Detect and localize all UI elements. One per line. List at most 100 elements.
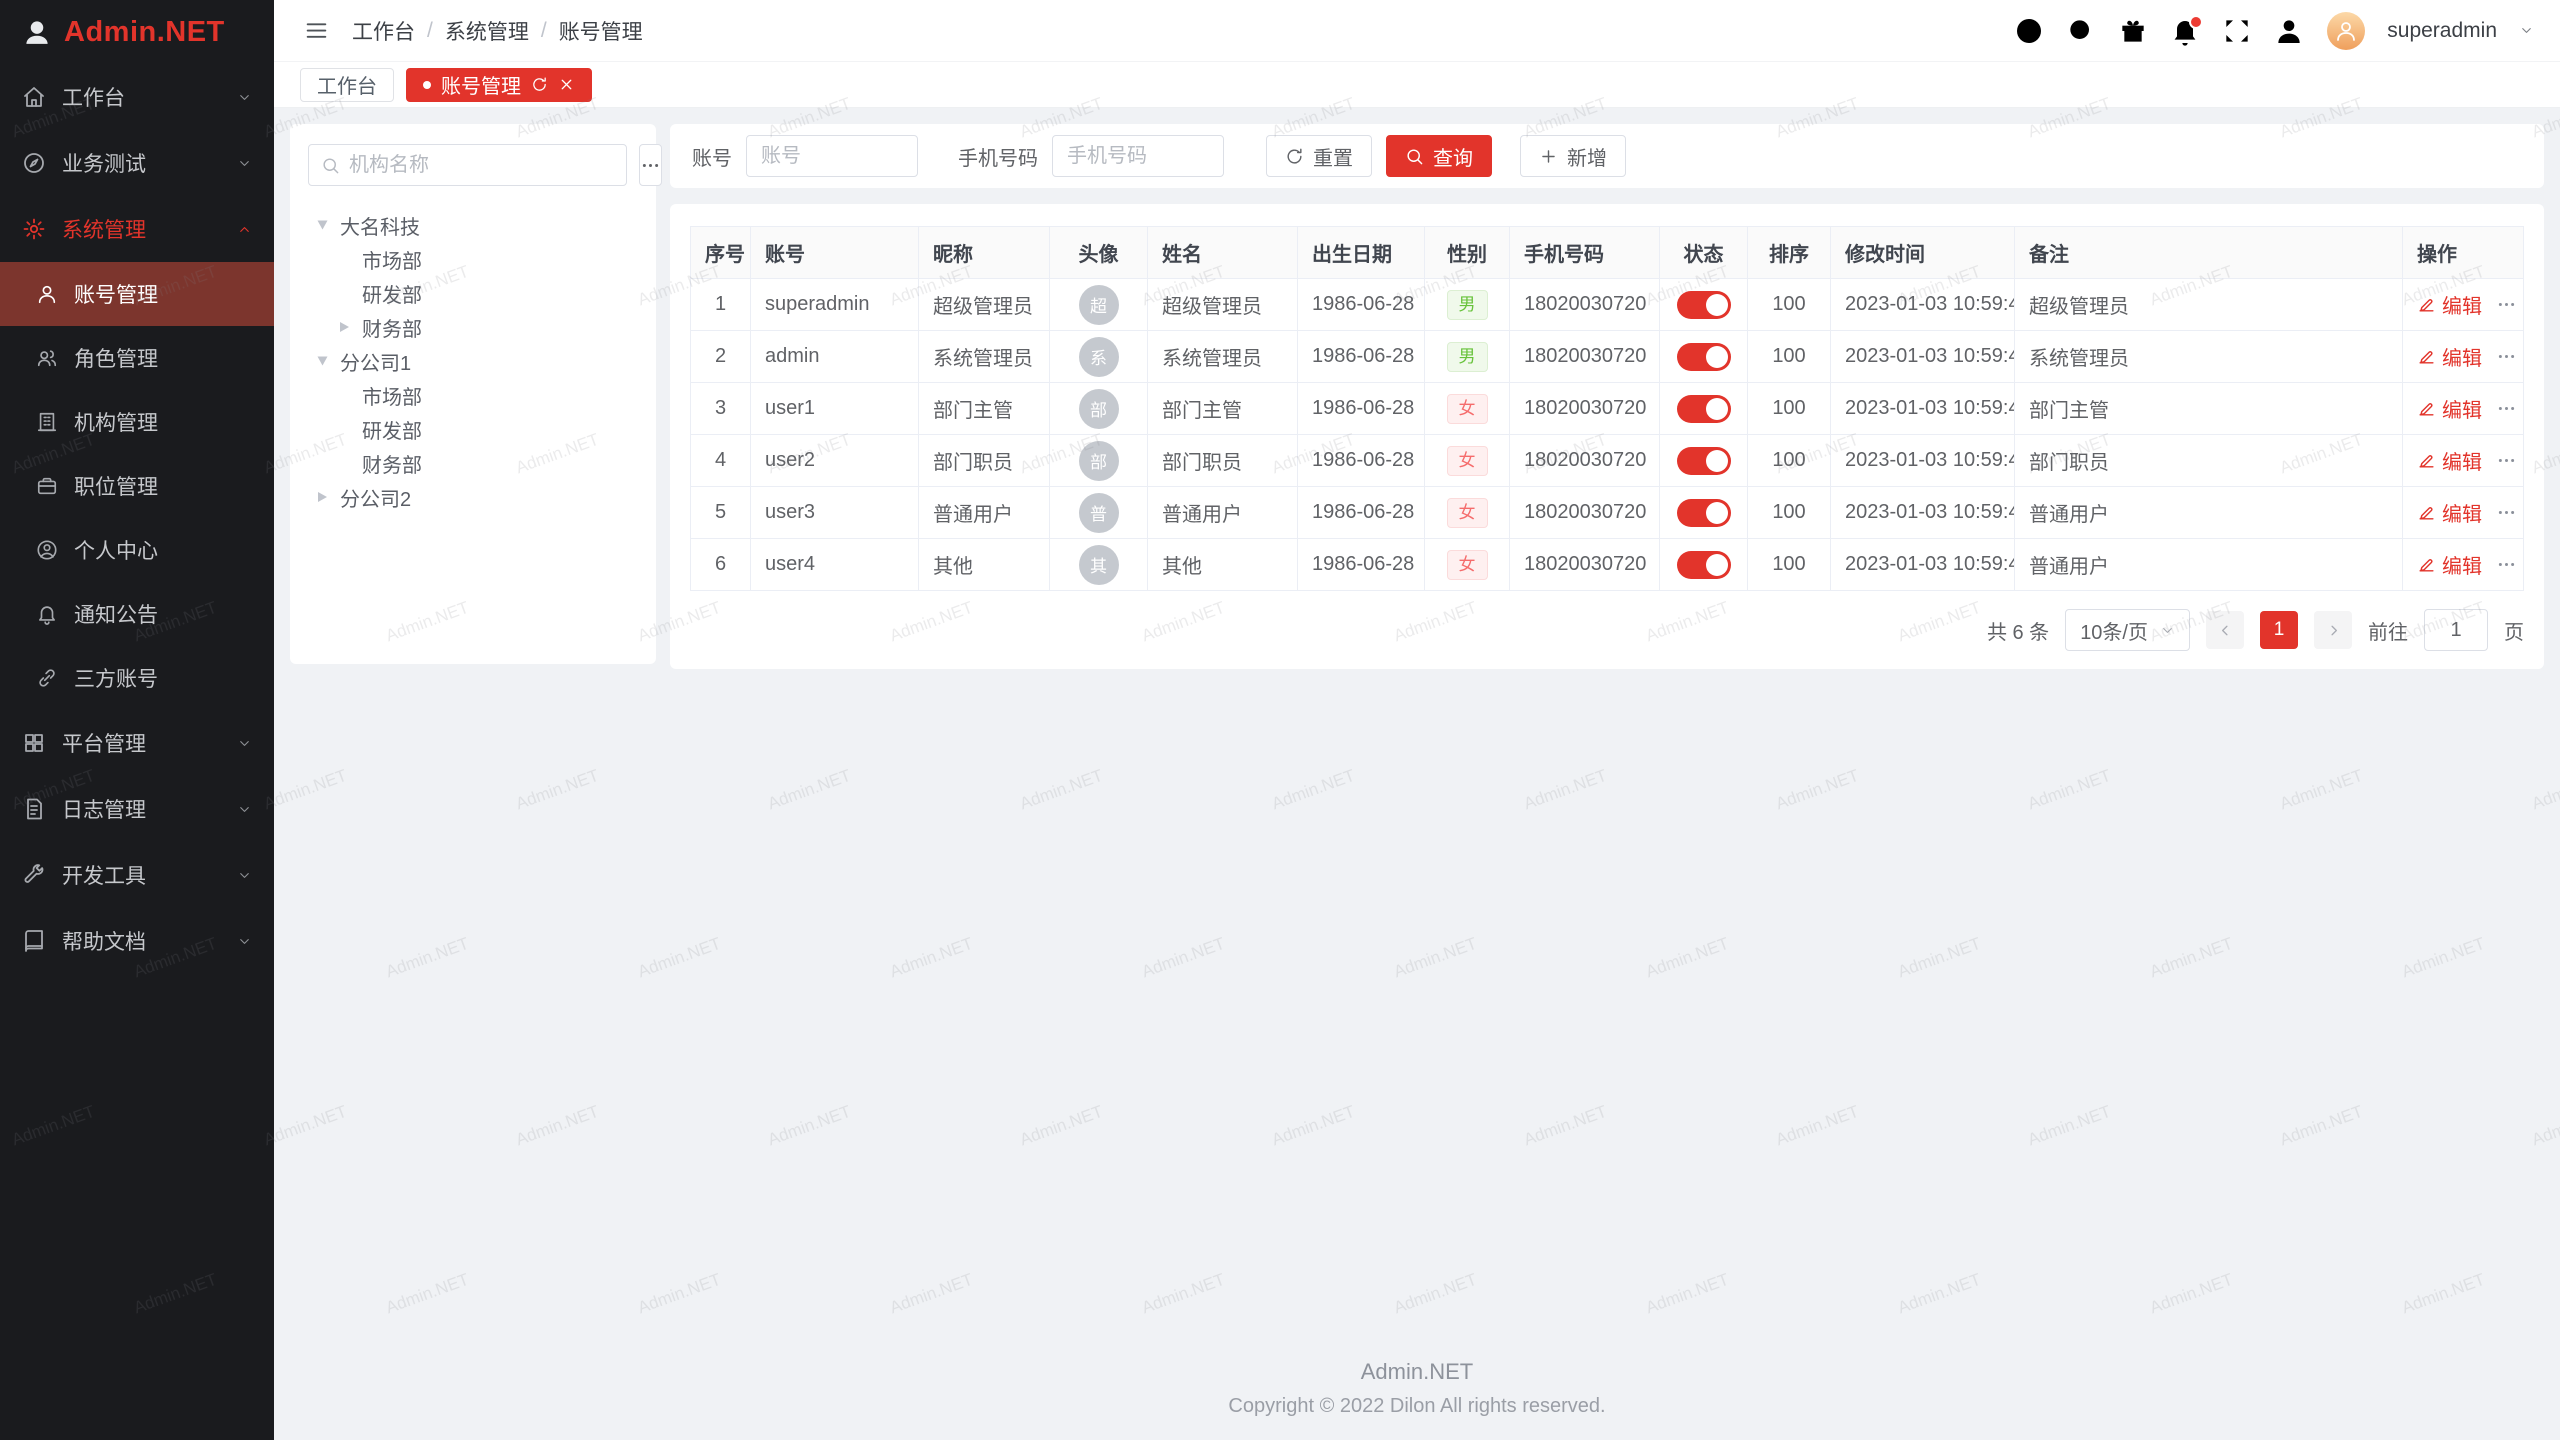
column-phone: 手机号码 <box>1510 227 1660 279</box>
cell-status <box>1660 279 1748 331</box>
row-more-icon[interactable] <box>2496 294 2517 315</box>
tree-caret-icon[interactable] <box>314 351 340 371</box>
cell-order: 100 <box>1748 383 1831 435</box>
close-icon[interactable] <box>558 76 575 93</box>
search-button[interactable]: 查询 <box>1386 135 1492 177</box>
tree-node[interactable]: 财务部 <box>308 446 638 480</box>
org-tree: 大名科技市场部研发部财务部分公司1市场部研发部财务部分公司2 <box>308 208 638 514</box>
notification-icon[interactable] <box>2169 15 2201 47</box>
edit-button[interactable]: 编辑 <box>2417 394 2482 423</box>
edit-button[interactable]: 编辑 <box>2417 342 2482 371</box>
edit-button[interactable]: 编辑 <box>2417 446 2482 475</box>
prev-page-button[interactable] <box>2206 611 2244 649</box>
sidebar-item-org-management[interactable]: 机构管理 <box>0 390 274 454</box>
status-toggle[interactable] <box>1677 343 1731 371</box>
tree-node-label: 市场部 <box>362 245 422 274</box>
phone-input[interactable] <box>1052 135 1224 177</box>
row-more-icon[interactable] <box>2496 450 2517 471</box>
tree-caret-icon[interactable] <box>314 215 340 235</box>
sidebar-item-platform-management[interactable]: 平台管理 <box>0 710 274 776</box>
breadcrumb-item[interactable]: 工作台 <box>352 16 415 46</box>
row-more-icon[interactable] <box>2496 346 2517 367</box>
cell-order: 100 <box>1748 435 1831 487</box>
chevron-down-icon[interactable] <box>2519 23 2534 38</box>
tree-node[interactable]: 分公司2 <box>308 480 638 514</box>
edit-button[interactable]: 编辑 <box>2417 498 2482 527</box>
sidebar-item-system-management[interactable]: 系统管理 <box>0 196 274 262</box>
org-search-input[interactable] <box>349 154 614 177</box>
tab-active[interactable]: 账号管理 <box>406 68 592 102</box>
profile-icon[interactable] <box>2273 15 2305 47</box>
sidebar-item-account-management[interactable]: 账号管理 <box>0 262 274 326</box>
add-button[interactable]: 新增 <box>1520 135 1626 177</box>
next-page-button[interactable] <box>2314 611 2352 649</box>
sidebar-item-dev-tools[interactable]: 开发工具 <box>0 842 274 908</box>
sidebar-item-notice-management[interactable]: 通知公告 <box>0 582 274 646</box>
tree-node[interactable]: 市场部 <box>308 242 638 276</box>
chevron-down-icon <box>237 736 252 751</box>
breadcrumb-item[interactable]: 系统管理 <box>445 16 529 46</box>
tree-caret-icon[interactable] <box>314 487 340 507</box>
status-toggle[interactable] <box>1677 447 1731 475</box>
breadcrumb-item[interactable]: 账号管理 <box>559 16 643 46</box>
row-more-icon[interactable] <box>2496 398 2517 419</box>
fullscreen-icon[interactable] <box>2221 15 2253 47</box>
edit-button-label: 编辑 <box>2442 290 2482 319</box>
cell-phone: 18020030720 <box>1510 383 1660 435</box>
org-more-button[interactable] <box>639 144 662 186</box>
cell-phone: 18020030720 <box>1510 539 1660 591</box>
sidebar-item-workbench[interactable]: 工作台 <box>0 64 274 130</box>
language-icon[interactable] <box>2013 15 2045 47</box>
sidebar-item-log-management[interactable]: 日志管理 <box>0 776 274 842</box>
cell-order: 100 <box>1748 331 1831 383</box>
goto-page-input[interactable] <box>2424 609 2488 651</box>
status-toggle[interactable] <box>1677 551 1731 579</box>
sidebar-item-personal-center[interactable]: 个人中心 <box>0 518 274 582</box>
cell-birthday: 1986-06-28 <box>1298 539 1425 591</box>
sidebar-item-help-docs[interactable]: 帮助文档 <box>0 908 274 974</box>
hamburger-menu-icon[interactable] <box>300 15 332 47</box>
cell-order: 100 <box>1748 539 1831 591</box>
tree-node[interactable]: 分公司1 <box>308 344 638 378</box>
avatar[interactable] <box>2327 12 2365 50</box>
row-more-icon[interactable] <box>2496 502 2517 523</box>
tab-item[interactable]: 工作台 <box>300 68 394 102</box>
theme-icon[interactable] <box>2117 15 2149 47</box>
refresh-icon[interactable] <box>531 76 548 93</box>
sidebar-item-role-management[interactable]: 角色管理 <box>0 326 274 390</box>
row-more-icon[interactable] <box>2496 554 2517 575</box>
tree-node-label: 市场部 <box>362 381 422 410</box>
column-modified: 修改时间 <box>1831 227 2015 279</box>
page-number-button[interactable]: 1 <box>2260 611 2298 649</box>
tree-caret-icon[interactable] <box>336 317 362 337</box>
tree-node[interactable]: 财务部 <box>308 310 638 344</box>
account-input[interactable] <box>746 135 918 177</box>
sidebar-item-third-party-account[interactable]: 三方账号 <box>0 646 274 710</box>
sidebar-menu: 工作台业务测试系统管理账号管理角色管理机构管理职位管理个人中心通知公告三方账号平… <box>0 64 274 974</box>
status-toggle[interactable] <box>1677 395 1731 423</box>
menu-item-label: 帮助文档 <box>62 926 146 956</box>
tree-node[interactable]: 研发部 <box>308 276 638 310</box>
reset-button[interactable]: 重置 <box>1266 135 1372 177</box>
font-size-icon[interactable] <box>1961 15 1993 47</box>
app-logo[interactable]: Admin.NET <box>0 0 274 64</box>
cell-account: superadmin <box>751 279 919 331</box>
status-toggle[interactable] <box>1677 499 1731 527</box>
footer-title: Admin.NET <box>274 1359 2560 1385</box>
status-toggle[interactable] <box>1677 291 1731 319</box>
search-icon[interactable] <box>2065 15 2097 47</box>
tree-node[interactable]: 大名科技 <box>308 208 638 242</box>
page-size-select[interactable]: 10条/页 <box>2065 609 2190 651</box>
notebook-icon <box>22 929 46 953</box>
menu-item-label: 开发工具 <box>62 860 146 890</box>
cell-nickname: 部门职员 <box>919 435 1050 487</box>
tree-node[interactable]: 市场部 <box>308 378 638 412</box>
topbar-actions: superadmin <box>1961 12 2534 50</box>
tree-node[interactable]: 研发部 <box>308 412 638 446</box>
cell-status <box>1660 487 1748 539</box>
edit-button[interactable]: 编辑 <box>2417 550 2482 579</box>
username[interactable]: superadmin <box>2387 19 2497 43</box>
edit-button[interactable]: 编辑 <box>2417 290 2482 319</box>
sidebar-item-business-test[interactable]: 业务测试 <box>0 130 274 196</box>
sidebar-item-position-management[interactable]: 职位管理 <box>0 454 274 518</box>
